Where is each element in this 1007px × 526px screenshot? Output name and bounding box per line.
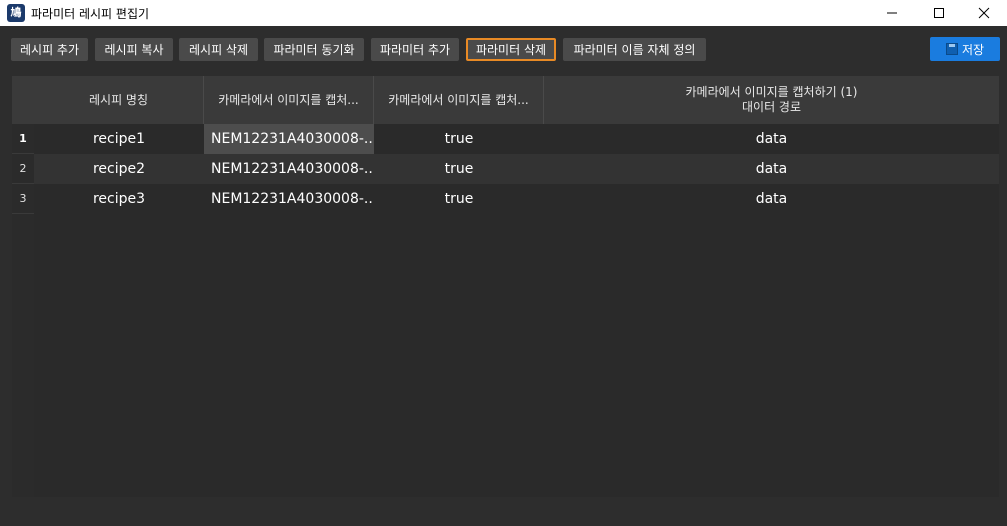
window-title: 파라미터 레시피 편집기 [31, 7, 150, 21]
recipe-table: 레시피 명칭 카메라에서 이미지를 캡처... 카메라에서 이미지를 캡처...… [12, 76, 999, 497]
cell-data-path[interactable]: data [544, 124, 999, 154]
column-header-label: 레시피 명칭 [88, 92, 148, 107]
column-header-label: 카메라에서 이미지를 캡처... [218, 92, 359, 107]
table-header: 레시피 명칭 카메라에서 이미지를 캡처... 카메라에서 이미지를 캡처...… [34, 76, 999, 124]
table-row[interactable]: recipe3 NEM12231A4030008-... true data [34, 184, 999, 214]
column-header-label-line2: 대이터 경로 [741, 100, 801, 114]
column-header-capture-2[interactable]: 카메라에서 이미지를 캡처... [374, 76, 544, 124]
row-header-1[interactable]: 1 [12, 124, 34, 154]
custom-parameter-name-button[interactable]: 파라미터 이름 자체 정의 [563, 38, 706, 61]
table-body: recipe1 NEM12231A4030008-... true data r… [34, 124, 999, 497]
add-recipe-button[interactable]: 레시피 추가 [11, 38, 88, 61]
column-header-recipe-name[interactable]: 레시피 명칭 [34, 76, 204, 124]
status-area [12, 497, 999, 526]
delete-recipe-button[interactable]: 레시피 삭제 [179, 38, 258, 61]
cell-capture-2[interactable]: true [374, 124, 544, 154]
maximize-button[interactable] [916, 0, 962, 26]
cell-capture-1[interactable]: NEM12231A4030008-... [204, 124, 374, 154]
save-label: 저장 [961, 42, 985, 57]
delete-parameter-button[interactable]: 파라미터 삭제 [466, 38, 556, 61]
cell-capture-1[interactable]: NEM12231A4030008-... [204, 154, 374, 184]
close-button[interactable] [961, 0, 1007, 26]
column-header-capture-1[interactable]: 카메라에서 이미지를 캡처... [204, 76, 374, 124]
add-parameter-button[interactable]: 파라미터 추가 [371, 38, 459, 61]
save-button[interactable]: 저장 [930, 37, 1000, 61]
cell-capture-1[interactable]: NEM12231A4030008-... [204, 184, 374, 214]
maximize-icon [934, 8, 944, 18]
cell-recipe-name[interactable]: recipe2 [34, 154, 204, 184]
copy-recipe-button[interactable]: 레시피 복사 [95, 38, 173, 61]
app-icon: 鳩 [7, 4, 25, 22]
cell-data-path[interactable]: data [544, 184, 999, 214]
table-row[interactable]: recipe1 NEM12231A4030008-... true data [34, 124, 999, 154]
cell-recipe-name[interactable]: recipe1 [34, 124, 204, 154]
table-corner[interactable] [12, 76, 34, 124]
cell-capture-2[interactable]: true [374, 184, 544, 214]
row-header-3[interactable]: 3 [12, 184, 34, 214]
minimize-icon [887, 12, 897, 14]
close-icon [978, 7, 990, 19]
cell-capture-2[interactable]: true [374, 154, 544, 184]
sync-parameter-button[interactable]: 파라미터 동기화 [264, 38, 364, 61]
cell-recipe-name[interactable]: recipe3 [34, 184, 204, 214]
minimize-button[interactable] [869, 0, 915, 26]
table-row[interactable]: recipe2 NEM12231A4030008-... true data [34, 154, 999, 184]
row-header-2[interactable]: 2 [12, 154, 34, 184]
column-header-label: 카메라에서 이미지를 캡처... [388, 92, 529, 107]
column-header-capture-data-path[interactable]: 카메라에서 이미지를 캡처하기 (1) 대이터 경로 [544, 76, 999, 124]
save-icon [945, 43, 958, 55]
title-bar: 鳩 파라미터 레시피 편집기 [0, 0, 1007, 26]
cell-data-path[interactable]: data [544, 154, 999, 184]
column-header-label: 카메라에서 이미지를 캡처하기 (1) [685, 85, 858, 99]
